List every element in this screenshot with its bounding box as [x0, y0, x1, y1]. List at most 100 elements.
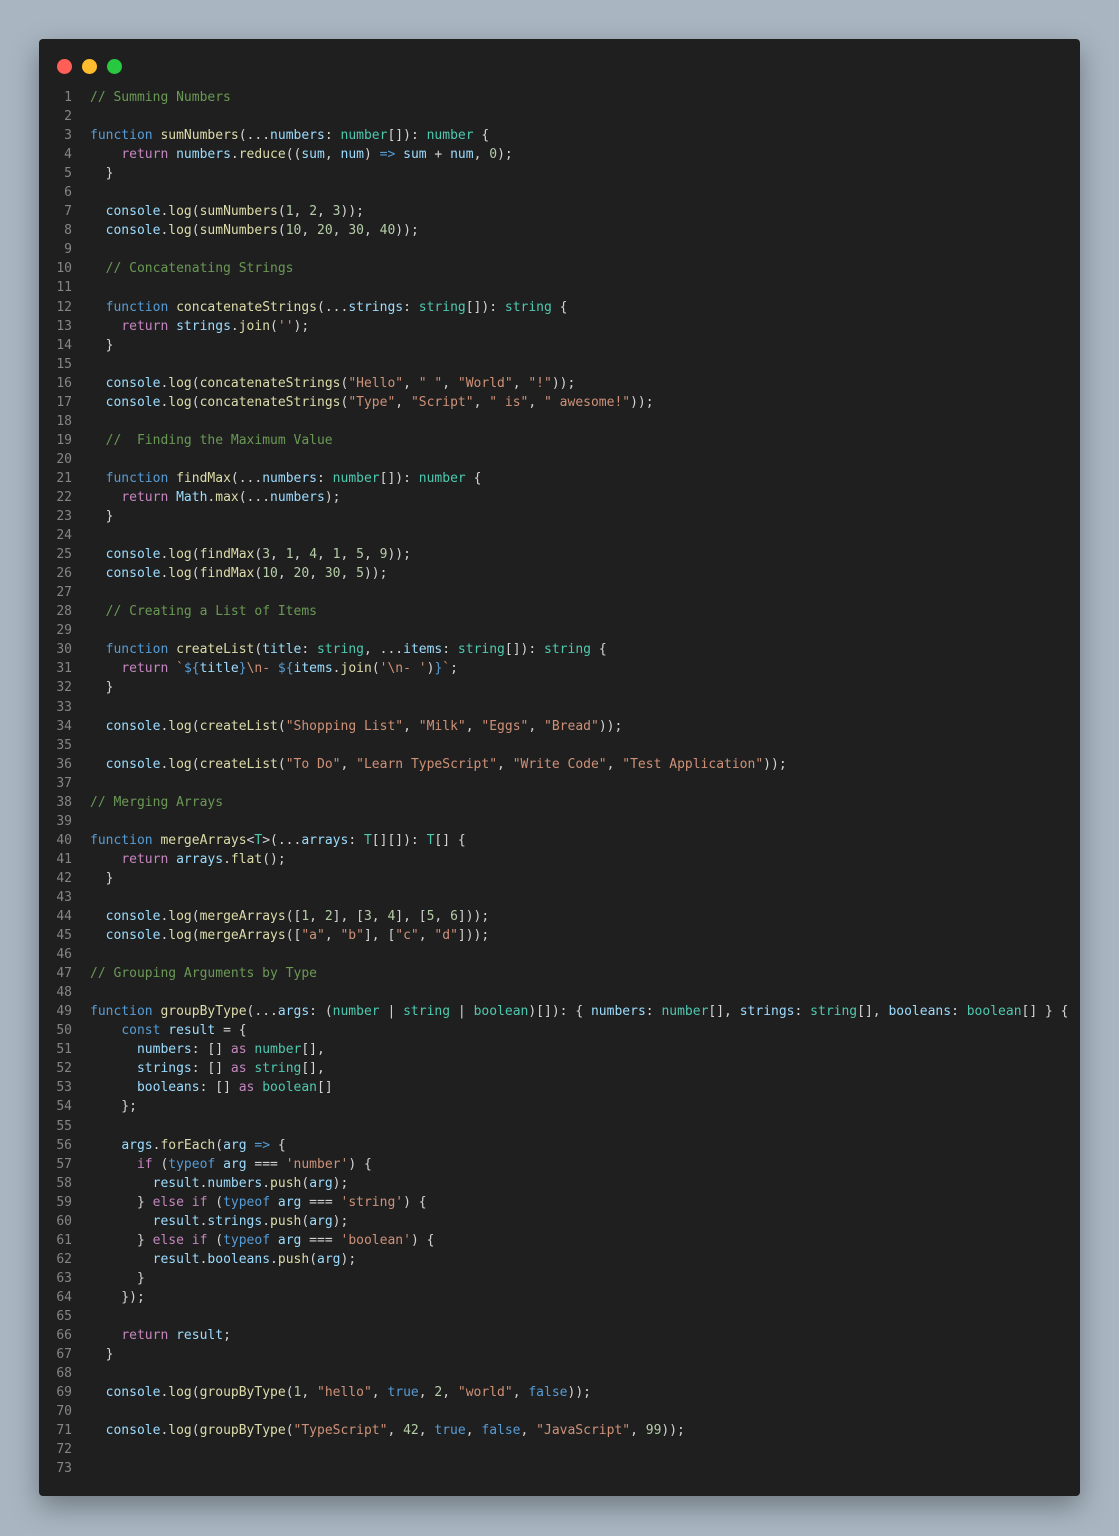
code-line: 22 return Math.max(...numbers);: [39, 488, 1080, 507]
code-editor[interactable]: 1// Summing Numbers 2 3 function sumNumbers…: [39, 88, 1080, 1478]
code-token: number: [661, 1004, 709, 1020]
code-token: , ...: [363, 642, 404, 658]
line-code: }: [90, 1269, 145, 1288]
code-token: ) {: [403, 1194, 427, 1210]
code-token: ,: [434, 909, 451, 925]
code-line: 52 strings: [] as string[],: [39, 1059, 1080, 1078]
code-token: console: [105, 566, 161, 582]
code-token: return: [121, 147, 177, 163]
code-token: return: [121, 489, 177, 505]
maximize-button[interactable]: [107, 59, 122, 74]
code-token: }: [90, 680, 114, 696]
code-token: ,: [363, 547, 380, 563]
code-token: " awesome!": [544, 394, 631, 410]
code-token: 20: [317, 223, 333, 239]
code-token: ();: [262, 851, 286, 867]
code-token: ));: [340, 204, 364, 220]
code-token: [],: [301, 1042, 325, 1058]
line-number: 5: [64, 166, 72, 182]
code-token: :: [442, 642, 458, 658]
code-token: push: [277, 1251, 310, 1267]
code-token: typeof: [168, 1156, 216, 1172]
code-token: // Creating a List of Items: [105, 604, 317, 620]
code-line: 19 // Finding the Maximum Value: [39, 431, 1080, 450]
line-number: 36: [56, 756, 72, 772]
line-number: 12: [56, 299, 72, 315]
code-token: 5: [356, 566, 364, 582]
code-token: numbers: [270, 128, 325, 144]
code-token: args: [277, 1004, 310, 1020]
code-token: `: [442, 661, 451, 677]
code-token: '\n- ': [379, 661, 427, 677]
line-code: return numbers.reduce((sum, num) => sum …: [90, 145, 512, 164]
code-token: "world": [457, 1385, 513, 1401]
code-line: 30 function createList(title: string, ..…: [39, 640, 1080, 659]
line-code: // Creating a List of Items: [90, 602, 317, 621]
code-token: strings: [136, 1061, 192, 1077]
code-token: (: [285, 1385, 294, 1401]
code-token: number: [332, 1004, 380, 1020]
code-token: ,: [340, 756, 357, 772]
code-token: (: [270, 318, 278, 334]
line-code: console.log(sumNumbers(1, 2, 3));: [90, 202, 364, 221]
code-token: log: [168, 718, 192, 734]
code-token: concatenateStrings: [199, 394, 341, 410]
code-token: "d": [434, 928, 458, 944]
code-token: |: [450, 1004, 474, 1020]
code-token: ===: [301, 1194, 341, 1210]
line-code: function findMax(...numbers: number[]): …: [90, 469, 482, 488]
code-token: sum: [403, 147, 427, 163]
code-token: join: [340, 661, 372, 677]
code-token: ));: [630, 394, 654, 410]
code-token: ,: [371, 909, 388, 925]
line-code: const result = {: [90, 1021, 246, 1040]
code-token: ,: [309, 909, 325, 925]
code-token: 3: [262, 547, 271, 563]
code-token: ,: [497, 756, 513, 772]
code-token: ,: [363, 223, 380, 239]
code-line: 39: [39, 812, 1080, 831]
code-token: result: [152, 1213, 200, 1229]
code-token: ));: [395, 223, 419, 239]
code-token: :: [794, 1004, 811, 1020]
line-number: 51: [56, 1042, 72, 1058]
line-number: 7: [64, 204, 72, 220]
code-token: "World": [457, 375, 513, 391]
code-token: 6: [450, 909, 458, 925]
code-token: : []: [191, 1061, 231, 1077]
code-token: string: [504, 299, 552, 315]
code-token: "Milk": [418, 718, 466, 734]
code-token: ) {: [348, 1156, 372, 1172]
line-number: 40: [56, 832, 72, 848]
line-number: 63: [56, 1270, 72, 1286]
code-token: '': [277, 318, 294, 334]
minimize-button[interactable]: [82, 59, 97, 74]
code-token: ) {: [410, 1232, 435, 1248]
code-line: 71 console.log(groupByType("TypeScript",…: [39, 1421, 1080, 1440]
code-token: 30: [348, 223, 364, 239]
code-token: sumNumbers: [199, 204, 278, 220]
code-line: 14 }: [39, 336, 1080, 355]
code-token: function: [105, 642, 177, 658]
code-token: (: [277, 718, 286, 734]
code-token: string: [457, 642, 505, 658]
code-token: boolean: [262, 1080, 318, 1096]
line-number: 72: [56, 1442, 72, 1458]
code-line: 35: [39, 736, 1080, 755]
line-code: }: [90, 1345, 114, 1364]
line-number: 2: [64, 109, 72, 125]
code-token: ,: [340, 566, 357, 582]
line-number: 33: [56, 699, 72, 715]
code-token: =>: [379, 147, 396, 163]
code-token: string: [254, 1061, 302, 1077]
close-button[interactable]: [57, 59, 72, 74]
